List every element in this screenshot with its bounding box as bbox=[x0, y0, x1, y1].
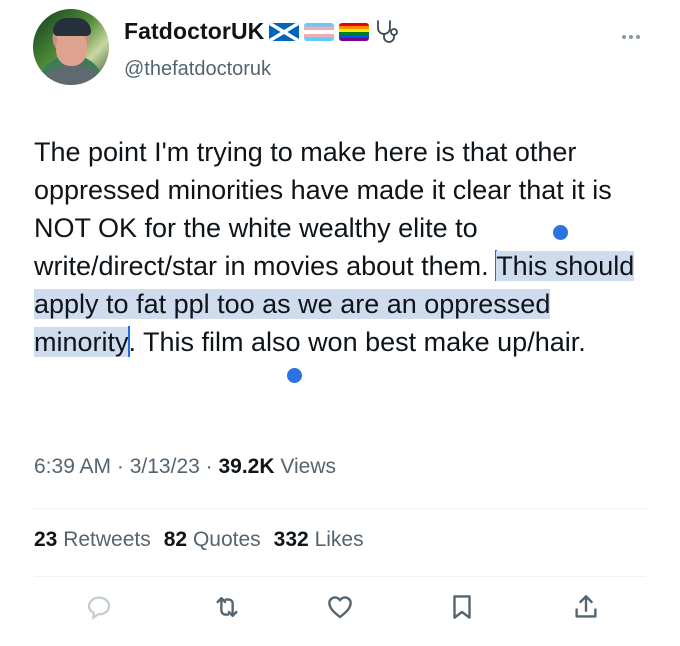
like-button[interactable] bbox=[323, 590, 357, 624]
tweet-text: The point I'm trying to make here is tha… bbox=[34, 133, 644, 361]
transgender-flag-icon bbox=[304, 22, 335, 41]
bookmark-button[interactable] bbox=[445, 590, 479, 624]
retweet-button[interactable] bbox=[210, 590, 244, 624]
action-bar bbox=[0, 590, 680, 630]
display-name-row: FatdoctorUK bbox=[124, 18, 402, 45]
retweets-stat[interactable]: 23 Retweets bbox=[34, 528, 151, 552]
retweet-icon bbox=[216, 597, 238, 617]
tweet-time[interactable]: 6:39 AM bbox=[34, 455, 111, 478]
meta-separator: · bbox=[199, 455, 219, 478]
likes-stat[interactable]: 332 Likes bbox=[274, 528, 364, 552]
reply-icon bbox=[87, 596, 111, 620]
quotes-stat[interactable]: 82 Quotes bbox=[164, 528, 261, 552]
share-icon bbox=[575, 595, 597, 618]
selection-start-handle[interactable] bbox=[553, 225, 568, 240]
bookmark-icon bbox=[453, 595, 471, 619]
divider bbox=[34, 576, 646, 577]
views-label: Views bbox=[274, 455, 337, 478]
rainbow-flag-icon bbox=[339, 22, 370, 41]
likes-count: 332 bbox=[273, 528, 309, 551]
scotland-flag-icon bbox=[269, 22, 300, 41]
retweets-count: 23 bbox=[34, 528, 58, 551]
selection-end-handle[interactable] bbox=[287, 368, 302, 383]
engagement-stats: 23 Retweets 82 Quotes 332 Likes bbox=[34, 528, 364, 552]
reply-button[interactable] bbox=[82, 590, 116, 624]
avatar[interactable] bbox=[33, 9, 109, 85]
divider bbox=[34, 508, 646, 509]
quotes-label: Quotes bbox=[192, 528, 261, 551]
user-handle[interactable]: @thefatdoctoruk bbox=[124, 58, 271, 81]
meta-separator: · bbox=[111, 455, 130, 478]
like-icon bbox=[328, 596, 352, 619]
display-name[interactable]: FatdoctorUK bbox=[124, 18, 264, 45]
retweets-label: Retweets bbox=[63, 528, 151, 551]
tweet-meta: 6:39 AM · 3/13/23 · 39.2K Views bbox=[34, 455, 336, 479]
views-count: 39.2K bbox=[218, 455, 275, 478]
stethoscope-icon bbox=[374, 19, 402, 45]
tweet-date[interactable]: 3/13/23 bbox=[130, 455, 200, 478]
tweet-text-after: . This film also won best make up/hair. bbox=[128, 327, 586, 357]
more-options-icon[interactable] bbox=[620, 26, 642, 39]
likes-label: Likes bbox=[314, 528, 364, 551]
quotes-count: 82 bbox=[163, 528, 188, 551]
share-button[interactable] bbox=[569, 590, 603, 624]
